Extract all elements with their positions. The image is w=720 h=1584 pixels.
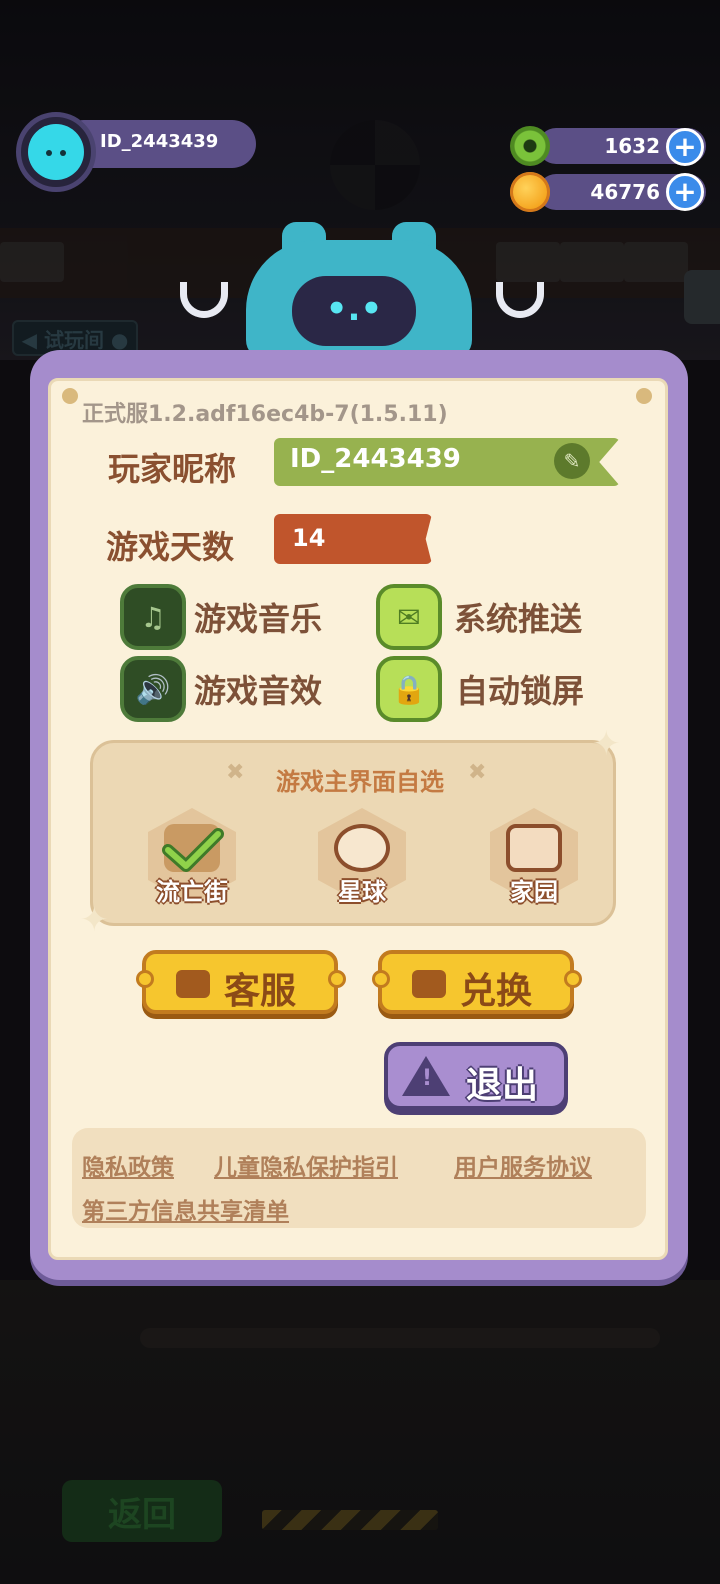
support-person-icon bbox=[176, 970, 210, 998]
customer-service-label: 客服 bbox=[224, 971, 297, 1012]
music-note-icon[interactable]: ♫ bbox=[120, 584, 186, 650]
player-id: ID_2443439 bbox=[100, 131, 219, 152]
button-knob bbox=[372, 970, 390, 988]
redeem-button[interactable]: 兑换 bbox=[378, 950, 574, 1014]
redeem-label: 兑换 bbox=[460, 971, 533, 1012]
main-ui-title: 游戏主界面自选 bbox=[276, 768, 444, 796]
ui-option-label: 流亡街 bbox=[156, 878, 228, 906]
house-icon bbox=[506, 824, 562, 872]
planet-icon bbox=[510, 172, 550, 212]
ui-option-home[interactable]: 家园 bbox=[484, 808, 584, 918]
warning-icon bbox=[402, 1056, 450, 1096]
customer-service-button[interactable]: 客服 bbox=[142, 950, 338, 1014]
speaker-icon[interactable]: 🔊 bbox=[120, 656, 186, 722]
third-party-list-link[interactable]: 第三方信息共享清单 bbox=[82, 1192, 289, 1226]
planet-ring-icon bbox=[334, 824, 390, 872]
button-knob bbox=[328, 970, 346, 988]
ui-option-planet[interactable]: 星球 bbox=[312, 808, 412, 918]
sparkle-icon: ✦ bbox=[592, 724, 621, 764]
donut-icon bbox=[510, 126, 550, 166]
days-label: 游戏天数 bbox=[106, 528, 235, 566]
gift-icon bbox=[412, 970, 446, 998]
planet-count: 46776 bbox=[590, 180, 660, 204]
pin-icon bbox=[636, 388, 652, 404]
toggle-label-sfx: 游戏音效 bbox=[194, 672, 323, 710]
nickname-label: 玩家昵称 bbox=[108, 450, 237, 488]
button-knob bbox=[564, 970, 582, 988]
privacy-policy-link[interactable]: 隐私政策 bbox=[82, 1148, 174, 1182]
donut-count: 1632 bbox=[604, 134, 660, 158]
cat-face-icon bbox=[28, 124, 84, 180]
add-donut-button[interactable]: + bbox=[666, 128, 704, 166]
nickname-value: ID_2443439 bbox=[290, 444, 461, 474]
envelope-icon[interactable]: ✉ bbox=[376, 584, 442, 650]
child-privacy-link[interactable]: 儿童隐私保护指引 bbox=[214, 1148, 398, 1182]
add-planet-button[interactable]: + bbox=[666, 173, 704, 211]
toggle-label-push: 系统推送 bbox=[454, 600, 583, 638]
toggle-label-music: 游戏音乐 bbox=[194, 600, 323, 638]
avatar[interactable] bbox=[16, 112, 96, 192]
days-value: 14 bbox=[292, 524, 326, 552]
version-text: 正式服1.2.adf16ec4b-7(1.5.11) bbox=[82, 402, 448, 427]
exit-button[interactable]: 退出 bbox=[384, 1042, 568, 1110]
pin-icon bbox=[62, 388, 78, 404]
lock-icon[interactable]: 🔒 bbox=[376, 656, 442, 722]
pen-edit-icon[interactable]: ✎ bbox=[554, 443, 590, 479]
sparkle-icon: ✦ bbox=[80, 900, 109, 940]
check-icon bbox=[162, 828, 224, 872]
toggle-label-autolock: 自动锁屏 bbox=[456, 672, 585, 710]
ui-option-label: 家园 bbox=[510, 878, 558, 906]
button-knob bbox=[136, 970, 154, 988]
user-agreement-link[interactable]: 用户服务协议 bbox=[454, 1148, 592, 1182]
robot-face-icon: •.• bbox=[292, 276, 416, 346]
exit-label: 退出 bbox=[466, 1065, 539, 1106]
ui-option-label: 星球 bbox=[338, 878, 386, 906]
